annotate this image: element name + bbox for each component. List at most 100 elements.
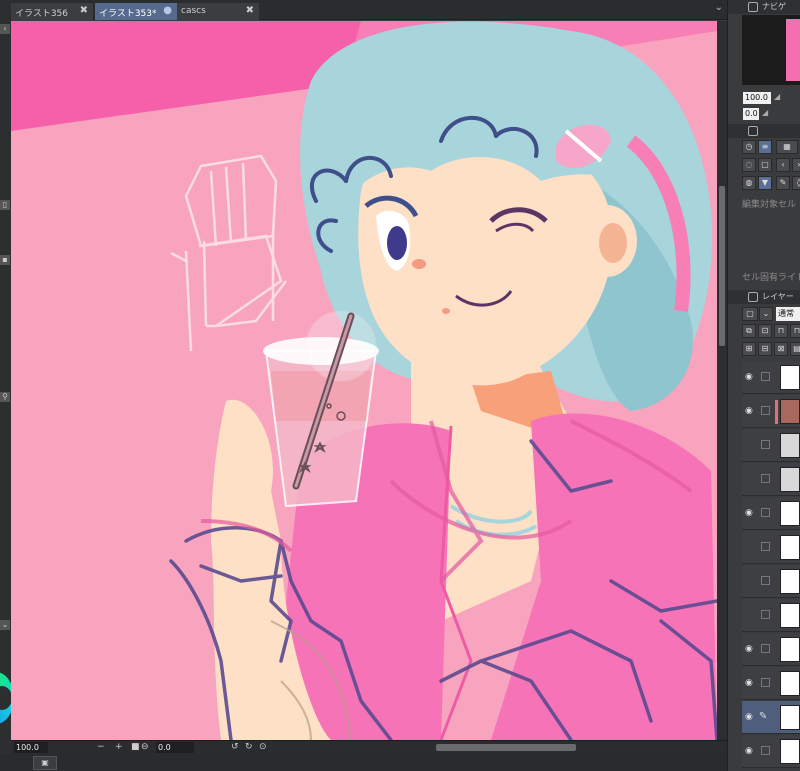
select-icon[interactable]: ▢ <box>758 158 772 172</box>
chevron-left-icon[interactable]: ‹ <box>776 158 790 172</box>
unsaved-dot-icon[interactable]: ● <box>163 5 172 16</box>
panel-collapse-icon[interactable]: ‹ <box>0 24 10 34</box>
layer-row[interactable] <box>742 463 800 496</box>
new-folder-icon[interactable]: ⊟ <box>758 342 772 356</box>
close-icon[interactable]: ✖ <box>80 5 88 16</box>
left-tool-strip: ‹ ▯ ▪ ⚲ ⌄ <box>0 0 14 771</box>
zoom-out-button[interactable]: − <box>97 742 105 753</box>
horizontal-scroll-thumb[interactable] <box>436 744 576 751</box>
lock-checkbox[interactable] <box>761 678 770 687</box>
reference-icon[interactable]: ⊡ <box>758 324 772 338</box>
layer-row[interactable]: ◉ <box>742 395 800 428</box>
close-icon[interactable]: ✖ <box>246 5 254 16</box>
lock-checkbox[interactable] <box>761 372 770 381</box>
tab-イラスト353[interactable]: イラスト353* ● <box>95 3 177 20</box>
navigator-preview[interactable] <box>742 15 800 85</box>
layer-row[interactable] <box>742 531 800 564</box>
folder-thumbnail <box>780 467 800 492</box>
tool-icon[interactable]: ◊ <box>792 176 800 190</box>
mask-icon[interactable]: ⊠ <box>774 342 788 356</box>
bucket-icon[interactable]: ◍ <box>742 176 756 190</box>
tab-イラスト356[interactable]: イラスト356 ✖ <box>11 3 93 20</box>
layer-row[interactable] <box>742 599 800 632</box>
lock-checkbox[interactable] <box>761 406 770 415</box>
lasso-icon[interactable]: ◌ <box>742 158 756 172</box>
layer-thumbnail <box>780 399 800 424</box>
layer-thumbnail <box>780 603 800 628</box>
layer-color-box[interactable]: ▢ <box>742 307 758 321</box>
zoom-field[interactable]: 100.0 <box>14 742 48 753</box>
layer-row[interactable] <box>742 565 800 598</box>
blend-mode-select[interactable]: 通常 <box>776 307 800 321</box>
layer-row[interactable]: ◉ <box>742 361 800 394</box>
reset-rotation-icon[interactable]: ⊙ <box>259 742 267 753</box>
tool-icon[interactable]: ✎ <box>776 176 790 190</box>
drawing-canvas[interactable] <box>11 21 717 740</box>
layer-row[interactable]: ◉ <box>742 497 800 530</box>
layer-row[interactable]: ◉ <box>742 735 800 768</box>
zoom-slider-icon[interactable]: ⊖ <box>141 742 149 753</box>
layer-thumbnail <box>780 705 800 730</box>
layer-row-selected[interactable]: ◉ ✎ <box>742 701 800 734</box>
lock-icon[interactable]: ⊓ <box>790 324 800 338</box>
rotate-right-icon[interactable]: ↻ <box>245 742 253 753</box>
clock-icon[interactable]: ◷ <box>742 140 756 154</box>
layer-row[interactable] <box>742 429 800 462</box>
lock-icon[interactable]: ⊓ <box>774 324 788 338</box>
eye-icon[interactable]: ◉ <box>745 406 755 416</box>
chevron-down-icon[interactable]: ⌄ <box>0 620 10 630</box>
chevron-down-icon[interactable]: ⌄ <box>715 2 723 13</box>
navigator-title: ナビゲ <box>762 2 786 11</box>
canvas-vertical-scrollbar[interactable] <box>717 21 727 740</box>
lock-checkbox[interactable] <box>761 610 770 619</box>
clip-studio-window: ‹ ▯ ▪ ⚲ ⌄ イラスト356 ✖ イラスト353* ● cascs ✖ ⌄ <box>0 0 800 771</box>
layer-thumbnail <box>780 671 800 696</box>
fit-square-icon[interactable]: ■ <box>131 742 140 753</box>
lock-checkbox[interactable] <box>761 440 770 449</box>
lock-checkbox[interactable] <box>761 542 770 551</box>
lock-checkbox[interactable] <box>761 474 770 483</box>
lock-checkbox[interactable] <box>761 508 770 517</box>
eye-icon[interactable]: ◉ <box>745 678 755 688</box>
checker-icon[interactable]: ▦ <box>776 140 798 154</box>
frame-view-button[interactable]: ▣ <box>33 756 57 770</box>
navigator-header: ナビゲ <box>728 0 800 14</box>
eye-icon[interactable]: ◉ <box>745 508 755 518</box>
sub-tool-header <box>728 124 800 138</box>
eye-icon[interactable]: ◉ <box>745 644 755 654</box>
chevron-down-icon[interactable]: ⌄ <box>759 307 773 321</box>
layer-row[interactable]: ◉ <box>742 667 800 700</box>
scroll-thumb[interactable] <box>719 186 725 346</box>
layer-row[interactable]: ◉ <box>742 633 800 666</box>
lock-checkbox[interactable] <box>761 746 770 755</box>
lock-checkbox[interactable] <box>761 576 770 585</box>
canvas-status-bar: 100.0 − + ■ ⊖ 0.0 ↺ ↻ ⊙ <box>11 740 727 754</box>
eye-icon[interactable]: ◉ <box>745 746 755 756</box>
layer-thumbnail <box>780 365 800 390</box>
layer-stack-icon[interactable]: ≡ <box>758 140 772 154</box>
search-icon[interactable]: ⚲ <box>0 392 10 402</box>
eye-icon[interactable]: ◉ <box>745 712 755 722</box>
zoom-in-button[interactable]: + <box>115 742 123 753</box>
delete-icon[interactable]: ▤ <box>790 342 800 356</box>
navigator-rotation-field[interactable]: 0.0 <box>743 108 759 120</box>
rotation-slider-icon[interactable]: ◢ <box>762 108 768 117</box>
lock-checkbox[interactable] <box>761 644 770 653</box>
rotation-field[interactable]: 0.0 <box>156 742 194 753</box>
tool-icon[interactable]: ▯ <box>0 200 10 210</box>
clipping-indicator <box>775 400 778 424</box>
rotate-left-icon[interactable]: ↺ <box>231 742 239 753</box>
zoom-slider-icon[interactable]: ◢ <box>774 92 780 101</box>
new-layer-icon[interactable]: ⊞ <box>742 342 756 356</box>
fill-icon[interactable]: ▼ <box>758 176 772 190</box>
clip-icon[interactable]: ⧉ <box>742 324 756 338</box>
layer-header: レイヤー <box>728 290 800 304</box>
tool-icon[interactable]: ▪ <box>0 255 10 265</box>
eye-icon[interactable]: ◉ <box>745 372 755 382</box>
tab-cascs[interactable]: cascs ✖ <box>177 3 259 20</box>
navigator-zoom-field[interactable]: 100.0 <box>743 92 771 104</box>
tool-property-icon <box>748 126 758 136</box>
chevron-right-icon[interactable]: › <box>792 158 800 172</box>
pencil-icon: ✎ <box>759 711 768 722</box>
cell-label: セル固有ライト <box>742 273 800 283</box>
